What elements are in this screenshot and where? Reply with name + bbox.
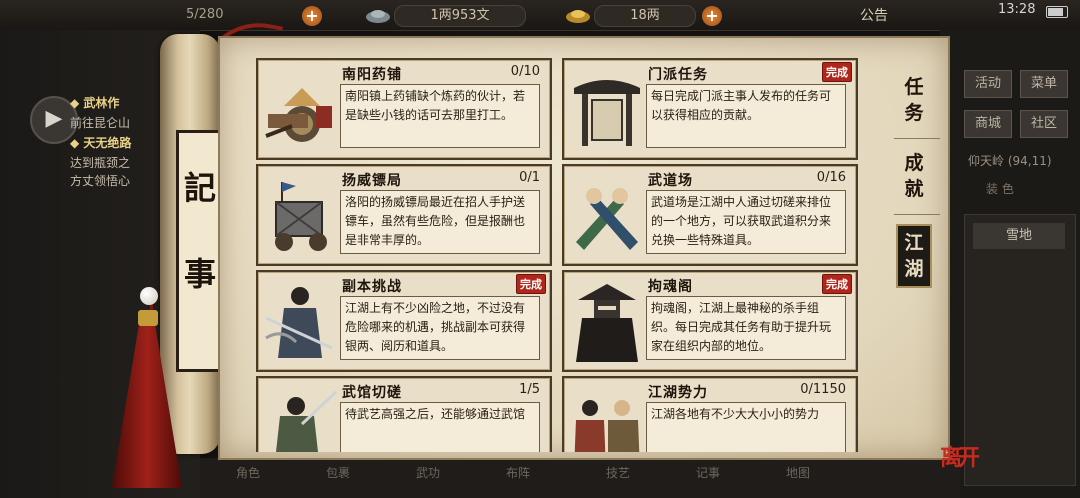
area-item-snow[interactable]: 雪地 xyxy=(973,223,1065,249)
card-title: 门派任务 xyxy=(648,67,708,83)
card-progress: 0/1150 xyxy=(800,382,846,397)
swordsman-icon xyxy=(265,287,333,358)
menu-button[interactable]: 菜单 xyxy=(1020,70,1068,98)
copper-ingot-icon xyxy=(366,10,390,23)
card-description: 江湖各地有不少大大小小的势力 xyxy=(646,402,846,452)
card-grid: 南阳药铺 0/10 南阳镇上药铺缺个炼药的伙计，若是缺些小钱的话可去那里打工。 … xyxy=(256,58,882,452)
quest-line: 达到瓶颈之 xyxy=(70,156,131,170)
card-jianghu-factions[interactable]: 江湖势力 0/1150 江湖各地有不少大大小小的势力 xyxy=(562,376,858,452)
card-title: 扬威镖局 xyxy=(342,173,402,189)
community-button[interactable]: 社区 xyxy=(1020,110,1068,138)
nav-character[interactable]: 角色 xyxy=(236,464,260,481)
journal-title-char: 記 xyxy=(183,169,216,207)
journal-paper: 南阳药铺 0/10 南阳镇上药铺缺个炼药的伙计，若是缺些小钱的话可去那里打工。 … xyxy=(218,36,950,460)
completed-badge: 完成 xyxy=(516,274,546,294)
sect-gate-icon xyxy=(574,80,640,146)
crossed-fists-icon xyxy=(576,188,638,250)
card-progress: 1/5 xyxy=(519,382,540,397)
card-title: 拘魂阁 xyxy=(648,279,693,295)
card-title: 副本挑战 xyxy=(342,279,402,295)
card-progress: 0/1 xyxy=(519,170,540,185)
nav-journal[interactable]: 记事 xyxy=(696,464,720,481)
card-progress: 0/16 xyxy=(816,170,846,185)
clock: 13:28 xyxy=(998,2,1036,17)
escort-cart-icon xyxy=(275,182,327,251)
add-silver-button[interactable]: + xyxy=(702,6,722,26)
card-description: 洛阳的扬威镖局最近在招人手护送镖车，虽然有些危险，但是报酬也是非常丰厚的。 xyxy=(340,190,540,254)
quest-line: 前往昆仑山 xyxy=(70,116,131,130)
quest-line: 方丈领悟心 xyxy=(70,174,131,188)
journal-title: 記 事 xyxy=(176,130,224,372)
card-description: 江湖上有不少凶险之地，不过没有危险哪来的机遇，挑战副本可获得银两、阅历和道具。 xyxy=(340,296,540,360)
bottom-nav: 角色 包裹 武功 布阵 技艺 记事 地图 xyxy=(200,458,960,498)
tab-divider xyxy=(894,138,940,139)
area-list: 雪地 xyxy=(964,214,1076,486)
copper-amount: 1两953文 xyxy=(394,5,526,27)
nav-crafts[interactable]: 技艺 xyxy=(606,464,630,481)
card-title: 南阳药铺 xyxy=(342,67,402,83)
assassin-icon xyxy=(576,284,638,362)
tab-missions[interactable]: 任务 xyxy=(896,74,932,128)
card-title: 武道场 xyxy=(648,173,693,189)
journal-title-char: 事 xyxy=(183,255,216,293)
completed-badge: 完成 xyxy=(822,62,852,82)
quest-line: ◆ 武林作 xyxy=(70,96,120,110)
quest-line: ◆ 天无绝路 xyxy=(70,136,132,150)
faction-icon xyxy=(574,400,640,452)
add-inventory-button[interactable]: + xyxy=(302,6,322,26)
tassel-knot xyxy=(138,310,158,326)
tab-divider xyxy=(894,214,940,215)
location-label: 仰天岭 (94,11) xyxy=(968,154,1052,168)
announcement-button[interactable]: 公告 xyxy=(860,5,888,25)
silver-ingot-icon xyxy=(566,10,590,23)
activity-button[interactable]: 活动 xyxy=(964,70,1012,98)
shop-button[interactable]: 商城 xyxy=(964,110,1012,138)
card-sect-mission[interactable]: 门派任务 完成 每日完成门派主事人发布的任务可以获得相应的贡献。 xyxy=(562,58,858,160)
nav-skills[interactable]: 武功 xyxy=(416,464,440,481)
resource-bar: 5/280 + 1两953文 18两 + 公告 13:28 xyxy=(0,0,1080,31)
card-martial-arena[interactable]: 武道场 0/16 武道场是江湖中人通过切磋来排位的一个地方，可以获取武道积分来兑… xyxy=(562,164,858,266)
jade-bead xyxy=(140,287,158,305)
inventory-count: 5/280 xyxy=(186,7,224,22)
card-soul-pavilion[interactable]: 拘魂阁 完成 拘魂阁，江湖上最神秘的杀手组织。每日完成其任务有助于提升玩家在组织… xyxy=(562,270,858,372)
card-progress: 0/10 xyxy=(510,64,540,79)
map-label: 装 色 xyxy=(986,182,1014,196)
card-description: 拘魂阁，江湖上最神秘的杀手组织。每日完成其任务有助于提升玩家在组织内部的地位。 xyxy=(646,296,846,360)
game-logo-seal: 离开 xyxy=(940,445,980,471)
card-title: 江湖势力 xyxy=(648,385,708,401)
card-dungeon-challenge[interactable]: 副本挑战 完成 江湖上有不少凶险之地，不过没有危险哪来的机遇，挑战副本可获得银两… xyxy=(256,270,552,372)
tab-jianghu[interactable]: 江湖 xyxy=(896,224,932,288)
card-description: 待武艺高强之后，还能够通过武馆 xyxy=(340,402,540,452)
nav-bag[interactable]: 包裹 xyxy=(326,464,350,481)
card-nanyang-pharmacy[interactable]: 南阳药铺 0/10 南阳镇上药铺缺个炼药的伙计，若是缺些小钱的话可去那里打工。 xyxy=(256,58,552,160)
card-title: 武馆切磋 xyxy=(342,385,402,401)
tab-achievements[interactable]: 成就 xyxy=(896,150,932,204)
card-description: 每日完成门派主事人发布的任务可以获得相应的贡献。 xyxy=(646,84,846,148)
silver-amount: 18两 xyxy=(594,5,696,27)
nav-formation[interactable]: 布阵 xyxy=(506,464,530,481)
medicine-cart-icon xyxy=(265,88,332,142)
card-martial-hall[interactable]: 武馆切磋 1/5 待武艺高强之后，还能够通过武馆 xyxy=(256,376,552,452)
nav-map[interactable]: 地图 xyxy=(786,464,810,481)
card-yangwei-escort[interactable]: 扬威镖局 0/1 洛阳的扬威镖局最近在招人手护送镖车，虽然有些危险，但是报酬也是… xyxy=(256,164,552,266)
battery-icon xyxy=(1046,6,1068,18)
martial-hall-icon xyxy=(276,390,338,452)
card-description: 南阳镇上药铺缺个炼药的伙计，若是缺些小钱的话可去那里打工。 xyxy=(340,84,540,148)
card-description: 武道场是江湖中人通过切磋来排位的一个地方，可以获取武道积分来兑换一些特殊道具。 xyxy=(646,190,846,254)
completed-badge: 完成 xyxy=(822,274,852,294)
